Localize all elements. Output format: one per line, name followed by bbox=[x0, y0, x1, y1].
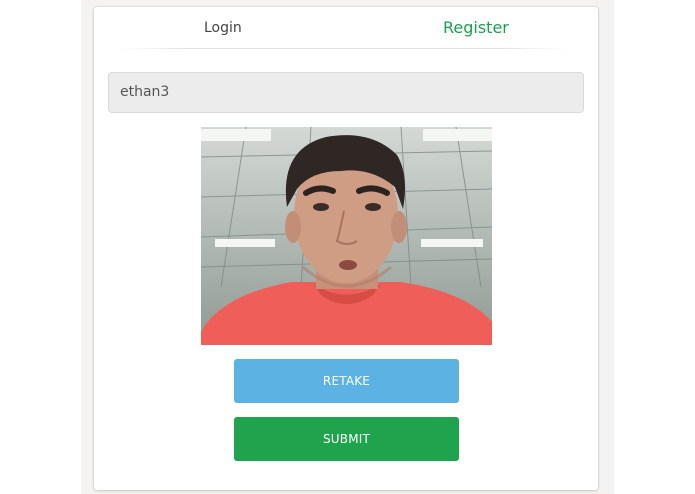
tab-divider bbox=[118, 48, 570, 49]
tab-register[interactable]: Register bbox=[443, 15, 509, 41]
submit-button[interactable]: SUBMIT bbox=[234, 417, 459, 461]
tab-login[interactable]: Login bbox=[204, 15, 242, 41]
username-input[interactable]: ethan3 bbox=[108, 72, 584, 113]
auth-card: Login Register ethan3 RETAKE SUBMIT bbox=[94, 7, 598, 490]
auth-tabs: Login Register bbox=[94, 7, 598, 49]
retake-button[interactable]: RETAKE bbox=[234, 359, 459, 403]
webcam-photo bbox=[201, 127, 492, 345]
